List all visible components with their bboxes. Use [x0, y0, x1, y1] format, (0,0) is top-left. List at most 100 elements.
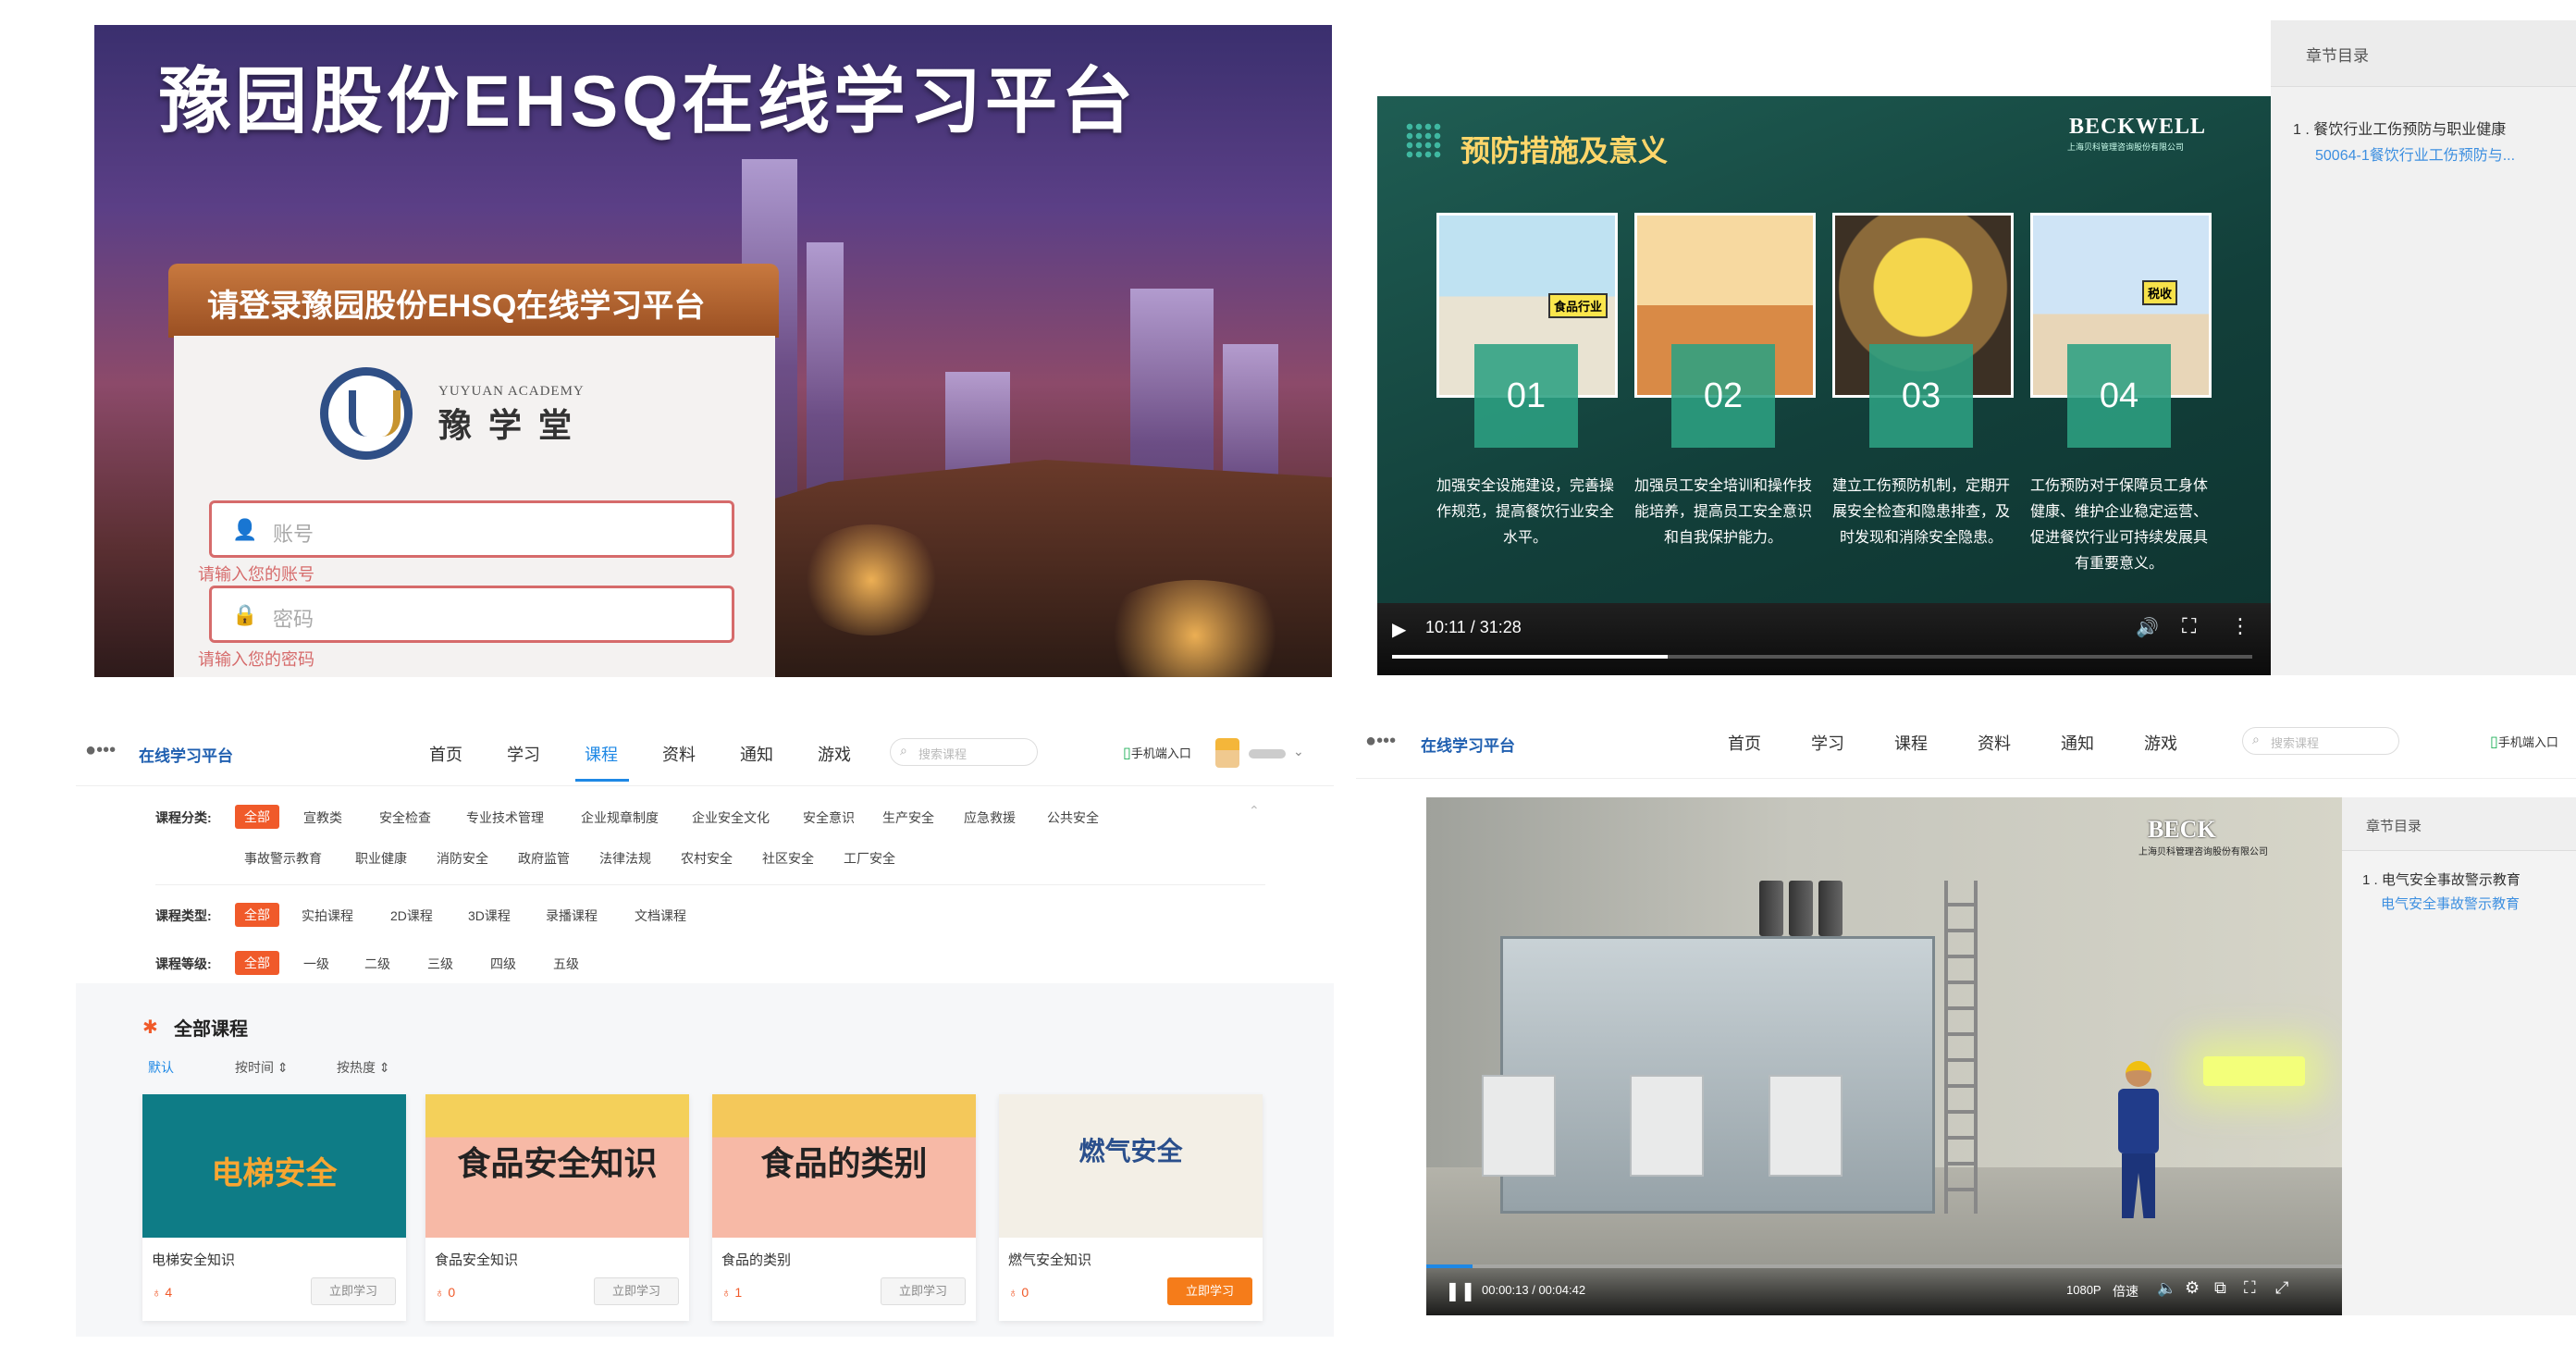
search-icon: ⌕	[2252, 732, 2260, 746]
category-chip[interactable]: 社区安全	[762, 849, 814, 868]
count-value: 0	[1021, 1285, 1029, 1300]
search-input[interactable]: ⌕ 搜索课程	[890, 738, 1038, 766]
collapse-icon[interactable]: ⌃	[1249, 803, 1260, 819]
nav-materials[interactable]: 资料	[1978, 731, 2011, 755]
volume-icon[interactable]: 🔈	[2157, 1279, 2176, 1298]
category-chip[interactable]: 消防安全	[437, 849, 488, 868]
chapter-item[interactable]: 1 . 电气安全事故警示教育	[2362, 870, 2521, 889]
chapter-sidebar: 章节目录 1 . 电气安全事故警示教育 电气安全事故警示教育	[2342, 797, 2576, 1315]
settings-icon[interactable]: ⚙	[2185, 1278, 2200, 1298]
logo-dots-icon: ●•••	[85, 740, 117, 760]
start-learning-button[interactable]: 立即学习	[311, 1277, 396, 1305]
level-chip[interactable]: 三级	[427, 955, 453, 973]
sidebar-header: 章节目录	[2271, 20, 2576, 87]
bushing-shape	[1789, 881, 1813, 936]
video-player[interactable]: BECK 上海贝科管理咨询股份有限公司 ❚❚ 00:00:13 / 00:04:…	[1426, 797, 2342, 1315]
category-chip[interactable]: 企业规章制度	[581, 808, 659, 827]
category-chip[interactable]: 宣教类	[303, 808, 342, 827]
level-chip[interactable]: 五级	[553, 955, 579, 973]
category-chip[interactable]: 工厂安全	[844, 849, 895, 868]
count-value: 1	[734, 1285, 743, 1300]
brand-link[interactable]: 在线学习平台	[139, 743, 233, 766]
fullscreen-icon[interactable]: ⤢	[2275, 1278, 2288, 1298]
start-learning-button[interactable]: 立即学习	[1167, 1277, 1252, 1305]
course-card[interactable]: 燃气安全 燃气安全知识 ♁ 0 立即学习	[999, 1094, 1263, 1321]
start-learning-button[interactable]: 立即学习	[594, 1277, 679, 1305]
category-chip[interactable]: 公共安全	[1047, 808, 1099, 827]
nav-study[interactable]: 学习	[507, 742, 540, 766]
level-chip[interactable]: 二级	[364, 955, 390, 973]
brand-link[interactable]: 在线学习平台	[1421, 733, 1515, 756]
step-number: 01	[1474, 344, 1578, 448]
category-chip[interactable]: 生产安全	[882, 808, 934, 827]
card-sign: 税收	[2142, 280, 2178, 305]
chevron-down-icon[interactable]: ⌄	[1293, 744, 1304, 759]
avatar[interactable]	[1215, 738, 1239, 768]
nav-active-indicator	[575, 779, 629, 782]
picture-in-picture-icon[interactable]: ⧉	[2214, 1278, 2226, 1298]
course-card[interactable]: 电梯安全 电梯安全知识 ♁ 4 立即学习	[142, 1094, 406, 1321]
category-chip[interactable]: 事故警示教育	[244, 849, 322, 868]
type-chip[interactable]: 全部	[235, 903, 279, 927]
wall-lamp	[2203, 1056, 2305, 1086]
mobile-entry-link[interactable]: ▯手机端入口	[2490, 733, 2558, 751]
nav-home[interactable]: 首页	[1728, 731, 1761, 755]
search-placeholder: 搜索课程	[918, 747, 968, 761]
category-chip[interactable]: 农村安全	[681, 849, 733, 868]
type-chip[interactable]: 2D课程	[390, 906, 433, 925]
more-options-icon[interactable]: ⋮	[2230, 614, 2250, 638]
nav-courses[interactable]: 课程	[1894, 731, 1928, 755]
category-chip[interactable]: 安全检查	[379, 808, 431, 827]
nav-study[interactable]: 学习	[1811, 731, 1844, 755]
volume-icon[interactable]: 🔊	[2136, 616, 2159, 639]
progress-bar[interactable]	[1392, 655, 2252, 659]
category-chip[interactable]: 专业技术管理	[466, 808, 544, 827]
fullscreen-icon[interactable]: ⛶	[2182, 614, 2196, 638]
level-chip[interactable]: 一级	[303, 955, 329, 973]
count-value: 4	[165, 1285, 173, 1300]
level-chip[interactable]: 四级	[490, 955, 516, 973]
mobile-entry-link[interactable]: ▯手机端入口	[1123, 744, 1191, 762]
course-card[interactable]: 食品的类别 食品的类别 ♁ 1 立即学习	[712, 1094, 976, 1321]
account-input[interactable]: 👤 账号	[209, 500, 734, 558]
nav-notices[interactable]: 通知	[740, 742, 773, 766]
category-chip[interactable]: 安全意识	[803, 808, 855, 827]
category-chip[interactable]: 全部	[235, 805, 279, 829]
category-chip[interactable]: 企业安全文化	[692, 808, 770, 827]
search-input[interactable]: ⌕ 搜索课程	[2242, 727, 2399, 755]
password-input[interactable]: 🔒 密码	[209, 586, 734, 643]
sort-by-popularity[interactable]: 按热度 ⇕	[337, 1058, 390, 1077]
play-icon[interactable]: ▶	[1392, 618, 1406, 641]
beck-logo: BECK	[2148, 816, 2216, 843]
type-chip[interactable]: 实拍课程	[302, 906, 353, 925]
type-label: 课程类型:	[155, 908, 212, 923]
nav-games[interactable]: 游戏	[2144, 731, 2177, 755]
sort-by-time[interactable]: 按时间 ⇕	[235, 1058, 289, 1077]
category-chip[interactable]: 法律法规	[599, 849, 651, 868]
sort-default[interactable]: 默认	[148, 1058, 174, 1077]
progress-bar[interactable]	[1426, 1264, 2342, 1268]
type-chip[interactable]: 3D课程	[468, 906, 511, 925]
nav-courses[interactable]: 课程	[585, 742, 618, 766]
start-learning-button[interactable]: 立即学习	[881, 1277, 966, 1305]
nav-materials[interactable]: 资料	[662, 742, 696, 766]
web-fullscreen-icon[interactable]: ⛶	[2244, 1278, 2256, 1298]
category-chip[interactable]: 政府监管	[518, 849, 570, 868]
course-card[interactable]: 食品安全知识 食品安全知识 ♁ 0 立即学习	[425, 1094, 689, 1321]
pause-icon[interactable]: ❚❚	[1445, 1279, 1476, 1302]
lesson-link[interactable]: 电气安全事故警示教育	[2381, 894, 2520, 913]
nav-notices[interactable]: 通知	[2061, 731, 2094, 755]
speed-selector[interactable]: 倍速	[2113, 1282, 2138, 1301]
chapter-item[interactable]: 1 . 餐饮行业工伤预防与职业健康	[2293, 117, 2506, 139]
nav-home[interactable]: 首页	[429, 742, 462, 766]
level-chip[interactable]: 全部	[235, 951, 279, 975]
type-chip[interactable]: 文档课程	[635, 906, 686, 925]
nav-games[interactable]: 游戏	[818, 742, 851, 766]
lesson-link[interactable]: 50064-1餐饮行业工伤预防与...	[2315, 142, 2515, 165]
video-player[interactable]: 预防措施及意义 BECKWELL 上海贝科管理咨询股份有限公司 食品行业 税收 …	[1377, 96, 2271, 675]
quality-selector[interactable]: 1080P	[2066, 1283, 2101, 1297]
type-chip[interactable]: 录播课程	[546, 906, 598, 925]
sidebar-title: 章节目录	[2306, 47, 2369, 65]
category-chip[interactable]: 职业健康	[355, 849, 407, 868]
category-chip[interactable]: 应急救援	[964, 808, 1016, 827]
